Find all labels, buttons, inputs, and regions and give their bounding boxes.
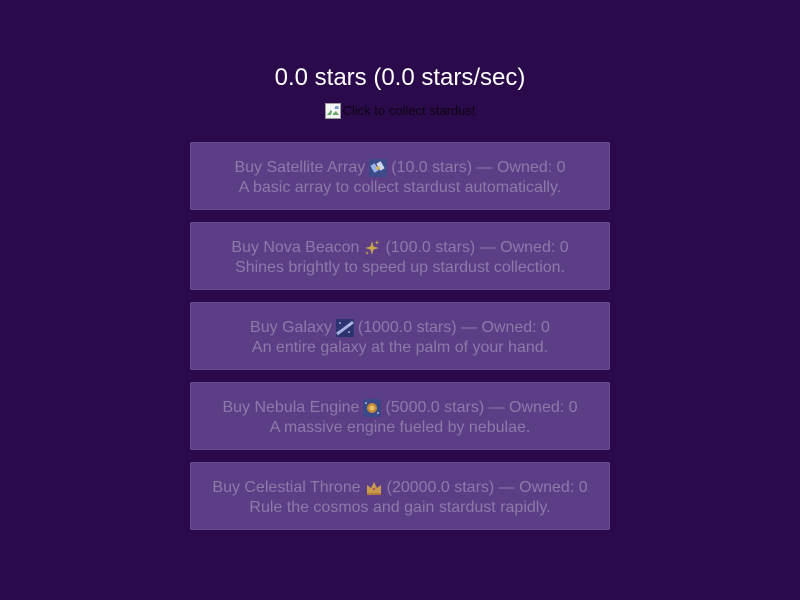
crown-icon [365, 479, 383, 497]
item-description: An entire galaxy at the palm of your han… [251, 339, 549, 356]
item-title: Buy Nebula Engine [222, 399, 360, 416]
broken-image-icon [324, 103, 341, 119]
item-price-owned: (20000.0 stars) — Owned: 0 [386, 479, 588, 496]
stars-counter: 0.0 stars (0.0 stars/sec) [274, 64, 526, 91]
item-price-owned: (5000.0 stars) — Owned: 0 [385, 399, 578, 416]
item-description: Rule the cosmos and gain stardust rapidl… [249, 499, 551, 516]
buy-satellite-array-button[interactable]: Buy Satellite Array (10.0 stars) — Owned… [190, 142, 610, 210]
item-price-owned: (100.0 stars) — Owned: 0 [385, 239, 569, 256]
item-description: A massive engine fueled by nebulae. [269, 419, 531, 436]
sparkles-icon [363, 239, 381, 257]
buy-galaxy-button[interactable]: Buy Galaxy (1000.0 stars) — Owned: 0 An … [190, 302, 610, 370]
item-title: Buy Galaxy [250, 319, 332, 336]
item-description: Shines brightly to speed up stardust col… [235, 259, 565, 276]
item-description: A basic array to collect stardust automa… [238, 179, 562, 196]
collect-area: Click to collect stardust [0, 103, 800, 121]
buy-nova-beacon-button[interactable]: Buy Nova Beacon (100.0 stars) — Owned: 0… [190, 222, 610, 290]
item-title: Buy Satellite Array [234, 159, 366, 176]
item-title: Buy Celestial Throne [212, 479, 361, 496]
buy-celestial-throne-button[interactable]: Buy Celestial Throne (20000.0 stars) — O… [190, 462, 610, 530]
milky-way-icon [335, 319, 354, 337]
collect-stardust-button[interactable]: Click to collect stardust [324, 103, 476, 119]
shop-list: Buy Satellite Array (10.0 stars) — Owned… [190, 142, 610, 542]
item-price-owned: (10.0 stars) — Owned: 0 [391, 159, 566, 176]
item-title: Buy Nova Beacon [231, 239, 360, 256]
satellite-icon [369, 159, 388, 177]
collect-stardust-alt-text: Click to collect stardust [342, 103, 476, 118]
nebula-engine-icon [363, 399, 382, 417]
buy-nebula-engine-button[interactable]: Buy Nebula Engine (5000.0 stars) — Owned… [190, 382, 610, 450]
item-price-owned: (1000.0 stars) — Owned: 0 [357, 319, 550, 336]
